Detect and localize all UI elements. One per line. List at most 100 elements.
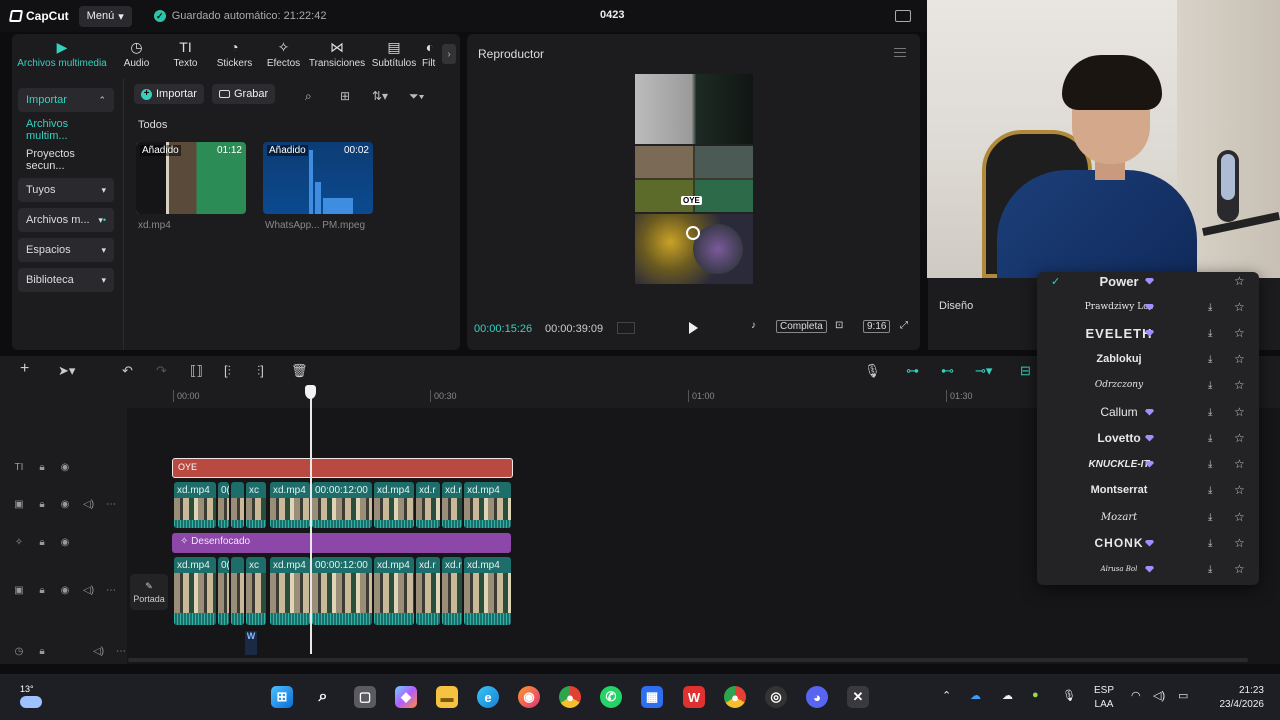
search-icon[interactable]: ⌕ — [305, 89, 312, 104]
tab-media[interactable]: ▶ Archivos multimedia — [12, 34, 112, 74]
onedrive-icon[interactable]: ☁ — [970, 689, 981, 702]
sidebar-item-proyectos[interactable]: Proyectos secun... — [18, 148, 114, 172]
star-icon[interactable]: ☆ — [1234, 510, 1245, 524]
video-preview[interactable]: OYE — [635, 74, 753, 284]
star-icon[interactable]: ☆ — [1234, 378, 1245, 392]
download-icon[interactable]: ⤓ — [1208, 407, 1212, 418]
more-icon[interactable]: ⋯ — [106, 585, 116, 596]
linkage-icon[interactable]: ⊸▾ — [975, 363, 992, 379]
video-clip[interactable]: xd.r — [416, 482, 440, 528]
eye-icon[interactable]: ◉ — [60, 462, 70, 473]
play-icon[interactable] — [689, 322, 698, 334]
aspect-ratio-button[interactable]: 9:16 — [863, 320, 891, 333]
main-video-clip[interactable]: 0( — [218, 557, 229, 625]
star-icon[interactable]: ☆ — [1234, 300, 1245, 314]
speaker-icon[interactable]: ◁) — [83, 499, 94, 510]
cover-button[interactable]: ✎ Portada — [130, 574, 168, 610]
font-option[interactable]: Callum ⤓ ☆ — [1037, 399, 1259, 425]
video-clip[interactable]: xd.mp4 — [464, 482, 511, 528]
star-icon[interactable]: ☆ — [1234, 562, 1245, 576]
discord-icon[interactable]: ◕ — [806, 686, 828, 708]
more-icon[interactable]: ⋯ — [116, 646, 126, 657]
wps-office-icon[interactable]: W — [683, 686, 705, 708]
media-item-xd[interactable]: Añadido 01:12 — [136, 142, 246, 214]
download-icon[interactable]: ⤓ — [1208, 380, 1212, 391]
tab-filters[interactable]: ◐ Filt — [422, 34, 444, 74]
star-icon[interactable]: ☆ — [1234, 274, 1245, 288]
chrome-icon[interactable]: ● — [559, 686, 581, 708]
video-clip[interactable]: xd.r — [442, 482, 462, 528]
redo-icon[interactable]: ↷ — [156, 363, 167, 379]
star-icon[interactable]: ☆ — [1234, 457, 1245, 471]
download-icon[interactable]: ⤓ — [1208, 564, 1212, 575]
task-view-icon[interactable]: ▢ — [354, 686, 376, 708]
sidebar-item-archivos-m[interactable]: Archivos m... ▾• — [18, 208, 114, 232]
record-button[interactable]: Grabar — [211, 84, 276, 104]
app-tray-icon[interactable]: ● — [1032, 689, 1039, 701]
chrome-profile-icon[interactable]: ● — [724, 686, 746, 708]
playhead[interactable] — [310, 386, 312, 654]
firefox-icon[interactable]: ◉ — [518, 686, 540, 708]
link-main-icon[interactable]: ⊶ — [906, 363, 919, 379]
sidebar-item-archivos[interactable]: Archivos multim... — [18, 118, 114, 142]
star-icon[interactable]: ☆ — [1234, 483, 1245, 497]
font-option[interactable]: KNUCKLE-IT ⤓ ☆ — [1037, 451, 1259, 477]
snap-icon[interactable]: ⊷ — [941, 363, 954, 379]
battery-icon[interactable]: ▭ — [1178, 689, 1188, 702]
cloud-sync-icon[interactable]: ☁ — [1002, 689, 1013, 702]
import-button[interactable]: + Importar — [134, 84, 204, 104]
tab-effects[interactable]: ✧ Efectos — [259, 34, 308, 74]
eye-icon[interactable]: ◉ — [60, 537, 70, 548]
font-option[interactable]: Montserrat ⤓ ☆ — [1037, 477, 1259, 503]
playhead-handle[interactable] — [305, 385, 316, 399]
trim-right-icon[interactable]: ⫶] — [257, 363, 264, 379]
download-icon[interactable]: ⤓ — [1208, 302, 1212, 313]
sidebar-item-biblioteca[interactable]: Biblioteca ▾ — [18, 268, 114, 292]
speaker-icon[interactable]: ◁) — [83, 585, 94, 596]
font-option[interactable]: Odrzczony ⤓ ☆ — [1037, 372, 1259, 398]
chevron-up-icon[interactable]: ⌃ — [942, 689, 951, 702]
tabs-scroll-right-button[interactable]: › — [442, 44, 456, 64]
screenshot-icon[interactable]: ⊡ — [835, 320, 843, 331]
main-video-clip[interactable]: xd.mp4 — [174, 557, 216, 625]
store-icon[interactable]: ▦ — [641, 686, 663, 708]
video-clip[interactable]: xd.mp4 — [174, 482, 216, 528]
menu-icon[interactable] — [894, 48, 906, 57]
microphone-icon[interactable]: 🎙 — [1062, 689, 1076, 702]
tab-text[interactable]: TI Texto — [161, 34, 210, 74]
download-icon[interactable]: ⤓ — [1208, 538, 1212, 549]
preview-axis-icon[interactable]: ⊟ — [1020, 363, 1031, 379]
video-clip[interactable]: 00:00:12:00 — [312, 482, 372, 528]
star-icon[interactable]: ☆ — [1234, 431, 1245, 445]
design-tab[interactable]: Diseño — [939, 300, 973, 312]
add-track-icon[interactable]: + — [20, 360, 29, 378]
font-option[interactable]: Mozart ⤓ ☆ — [1037, 504, 1259, 530]
windows-start-icon[interactable]: ⊞ — [271, 686, 293, 708]
main-video-clip[interactable]: xd.mp4 — [374, 557, 414, 625]
split-icon[interactable]: ⟦⟧ — [190, 363, 203, 379]
video-clip[interactable]: xc — [246, 482, 266, 528]
download-icon[interactable]: ⤓ — [1208, 354, 1212, 365]
view-toggle-icon[interactable]: ⊞ — [340, 89, 350, 103]
weather-widget[interactable]: 13° — [20, 684, 42, 708]
tiktok-icon[interactable]: ♪ — [751, 320, 756, 331]
tab-audio[interactable]: ◷ Audio — [112, 34, 161, 74]
video-clip[interactable]: 0( — [218, 482, 229, 528]
audio-marker[interactable]: W — [245, 631, 257, 655]
video-clip[interactable]: xd.mp4 — [270, 482, 310, 528]
timeline-scrollbar[interactable] — [128, 658, 1248, 662]
language-indicator[interactable]: ESP LAA — [1094, 684, 1114, 712]
text-clip[interactable]: OYE — [172, 458, 513, 478]
whatsapp-icon[interactable]: ✆ — [600, 686, 622, 708]
delete-icon[interactable]: 🗑 — [291, 363, 308, 379]
more-icon[interactable]: ⋯ — [106, 499, 116, 510]
font-option[interactable]: ✓ Power ☆ — [1037, 272, 1259, 294]
main-video-clip[interactable]: xd.mp4 — [464, 557, 511, 625]
select-tool-icon[interactable]: ➤▾ — [58, 363, 75, 379]
star-icon[interactable]: ☆ — [1234, 326, 1245, 340]
font-option[interactable]: EVELETH ⤓ ☆ — [1037, 320, 1259, 346]
lock-icon[interactable]: 🔒︎ — [37, 537, 47, 548]
star-icon[interactable]: ☆ — [1234, 536, 1245, 550]
download-icon[interactable]: ⤓ — [1208, 459, 1212, 470]
sidebar-item-tuyos[interactable]: Tuyos ▾ — [18, 178, 114, 202]
